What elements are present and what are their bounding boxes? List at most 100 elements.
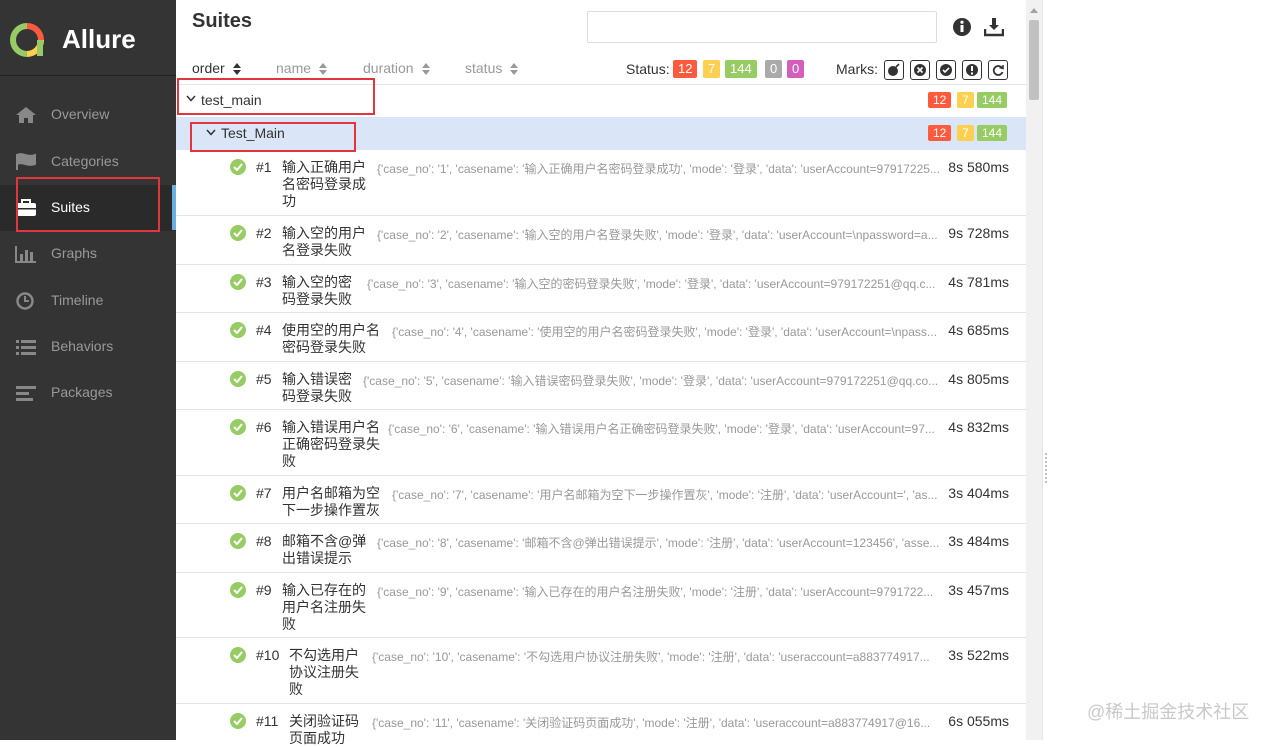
details-pane bbox=[1050, 0, 1268, 740]
test-case-params: {'case_no': '8', 'casename': '邮箱不含@弹出错误提… bbox=[377, 536, 940, 550]
sort-duration-label: duration bbox=[363, 60, 414, 76]
passed-status-icon bbox=[230, 533, 246, 549]
clock-icon bbox=[16, 292, 34, 310]
status-filter-broken[interactable]: 7 bbox=[703, 60, 721, 78]
test-case-title: 关闭验证码页面成功 bbox=[289, 713, 359, 746]
x-circle-icon bbox=[914, 64, 926, 76]
home-icon bbox=[16, 107, 36, 123]
test-case-row[interactable]: #2 输入空的用户名登录失败 {'case_no': '2', 'casenam… bbox=[176, 216, 1026, 265]
test-case-number: #4 bbox=[256, 322, 272, 338]
group-broken-count: 7 bbox=[957, 92, 974, 108]
test-case-row[interactable]: #3 输入空的密码登录失败 {'case_no': '3', 'casename… bbox=[176, 265, 1026, 313]
test-case-duration: 4s 781ms bbox=[948, 274, 1009, 290]
bar-chart-icon bbox=[15, 246, 36, 263]
passed-status-icon bbox=[230, 371, 246, 387]
flag-icon bbox=[16, 153, 36, 170]
download-icon[interactable] bbox=[984, 17, 1004, 37]
test-case-title: 输入空的密码登录失败 bbox=[282, 274, 352, 307]
sidebar-item-behaviors[interactable]: Behaviors bbox=[0, 324, 176, 370]
scrollbar[interactable] bbox=[1026, 0, 1042, 740]
status-filter-failed[interactable]: 12 bbox=[673, 60, 698, 78]
status-filter-passed[interactable]: 144 bbox=[725, 60, 757, 78]
test-case-title: 输入错误用户名正确密码登录失败 bbox=[282, 419, 380, 469]
test-case-duration: 4s 685ms bbox=[948, 322, 1009, 338]
test-case-duration: 9s 728ms bbox=[948, 225, 1009, 241]
test-case-row[interactable]: #7 用户名邮箱为空下一步操作置灰 {'case_no': '7', 'case… bbox=[176, 476, 1026, 524]
search-input[interactable] bbox=[587, 11, 937, 43]
passed-status-icon bbox=[230, 322, 246, 338]
test-case-number: #11 bbox=[256, 713, 279, 729]
passed-status-icon bbox=[230, 274, 246, 290]
test-case-row[interactable]: #8 邮箱不含@弹出错误提示 {'case_no': '8', 'casenam… bbox=[176, 524, 1026, 573]
group-passed-count: 144 bbox=[977, 125, 1008, 141]
app-logo[interactable]: Allure bbox=[0, 0, 176, 76]
test-case-row[interactable]: #10 不勾选用户协议注册失败 {'case_no': '10', 'casen… bbox=[176, 638, 1026, 704]
test-case-title: 用户名邮箱为空下一步操作置灰 bbox=[282, 485, 380, 518]
passed-status-icon bbox=[230, 159, 246, 175]
test-case-title: 输入空的用户名登录失败 bbox=[282, 225, 366, 258]
info-icon[interactable] bbox=[952, 17, 972, 37]
exclamation-icon bbox=[966, 64, 978, 76]
sidebar-item-packages[interactable]: Packages bbox=[0, 370, 176, 416]
test-case-params: {'case_no': '5', 'casename': '输入错误密码登录失败… bbox=[363, 374, 939, 388]
sidebar-item-graphs[interactable]: Graphs bbox=[0, 231, 176, 277]
sort-arrows-icon bbox=[421, 63, 430, 76]
marks-filter-label: Marks: bbox=[836, 61, 878, 77]
sort-order[interactable]: order bbox=[192, 60, 241, 76]
app-brand: Allure bbox=[62, 24, 136, 54]
passed-status-icon bbox=[230, 582, 246, 598]
splitter-grip-icon[interactable] bbox=[1044, 452, 1048, 484]
test-case-row[interactable]: #11 关闭验证码页面成功 {'case_no': '11', 'casenam… bbox=[176, 704, 1026, 746]
scrollbar-thumb[interactable] bbox=[1029, 20, 1039, 100]
test-case-number: #6 bbox=[256, 419, 272, 435]
sort-name[interactable]: name bbox=[276, 60, 328, 76]
test-case-row[interactable]: #6 输入错误用户名正确密码登录失败 {'case_no': '6', 'cas… bbox=[176, 410, 1026, 476]
test-case-params: {'case_no': '11', 'casename': '关闭验证码页面成功… bbox=[372, 716, 931, 730]
passed-status-icon bbox=[230, 485, 246, 501]
test-case-number: #5 bbox=[256, 371, 272, 387]
passed-status-icon bbox=[230, 225, 246, 241]
sidebar-item-label: Packages bbox=[51, 384, 113, 400]
sort-order-label: order bbox=[192, 60, 225, 76]
test-case-params: {'case_no': '1', 'casename': '输入正确用户名密码登… bbox=[377, 162, 940, 176]
test-case-row[interactable]: #4 使用空的用户名密码登录失败 {'case_no': '4', 'casen… bbox=[176, 313, 1026, 362]
test-case-title: 邮箱不含@弹出错误提示 bbox=[282, 533, 367, 566]
annotation-suites bbox=[16, 177, 160, 232]
test-case-number: #9 bbox=[256, 582, 272, 598]
test-case-title: 不勾选用户协议注册失败 bbox=[289, 647, 359, 697]
annotation-root-group bbox=[177, 78, 375, 115]
test-case-duration: 3s 404ms bbox=[948, 485, 1009, 501]
test-case-duration: 4s 832ms bbox=[948, 419, 1009, 435]
sidebar-item-label: Overview bbox=[51, 106, 110, 122]
mark-new-broken-toggle[interactable] bbox=[962, 60, 982, 80]
refresh-icon bbox=[992, 65, 1004, 76]
status-filter-skipped[interactable]: 0 bbox=[765, 60, 783, 78]
test-case-row[interactable]: #5 输入错误密码登录失败 {'case_no': '5', 'casename… bbox=[176, 362, 1026, 410]
mark-retries-toggle[interactable] bbox=[988, 60, 1008, 80]
sidebar-item-overview[interactable]: Overview bbox=[0, 92, 176, 138]
passed-status-icon bbox=[230, 419, 246, 435]
annotation-suite-group bbox=[190, 122, 356, 152]
sidebar-item-label: Graphs bbox=[51, 245, 97, 261]
test-case-params: {'case_no': '3', 'casename': '输入空的密码登录失败… bbox=[367, 277, 936, 291]
mark-new-failed-toggle[interactable] bbox=[910, 60, 930, 80]
test-case-params: {'case_no': '6', 'casename': '输入错误用户名正确密… bbox=[388, 422, 935, 436]
sidebar-item-timeline[interactable]: Timeline bbox=[0, 278, 176, 324]
test-case-row[interactable]: #1 输入正确用户名密码登录成功 {'case_no': '1', 'casen… bbox=[176, 150, 1026, 216]
sidebar-item-label: Categories bbox=[51, 153, 119, 169]
sort-duration[interactable]: duration bbox=[363, 60, 430, 76]
sidebar-item-label: Timeline bbox=[51, 292, 104, 308]
mark-flaky-toggle[interactable] bbox=[884, 60, 904, 80]
mark-new-passed-toggle[interactable] bbox=[936, 60, 956, 80]
sort-status[interactable]: status bbox=[465, 60, 519, 76]
passed-status-icon bbox=[230, 713, 246, 729]
group-passed-count: 144 bbox=[977, 92, 1008, 108]
test-case-row[interactable]: #9 输入已存在的用户名注册失败 {'case_no': '9', 'casen… bbox=[176, 573, 1026, 638]
pane-splitter[interactable] bbox=[1042, 0, 1050, 740]
status-filter-unknown[interactable]: 0 bbox=[787, 60, 805, 78]
scroll-up-arrow-icon[interactable] bbox=[1030, 8, 1038, 13]
test-case-number: #8 bbox=[256, 533, 272, 549]
sidebar: Allure Overview Categories Suites Graphs… bbox=[0, 0, 176, 740]
test-case-number: #7 bbox=[256, 485, 272, 501]
test-case-duration: 3s 484ms bbox=[948, 533, 1009, 549]
